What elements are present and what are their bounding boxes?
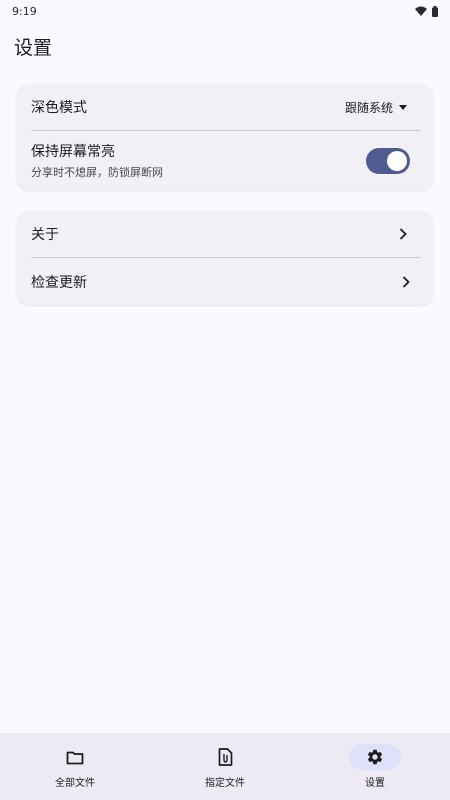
- nav-label-settings: 设置: [365, 778, 385, 789]
- display-settings-card: 深色模式 跟随系统 保持屏幕常亮 分享时不熄屏，防锁屏断网: [17, 84, 433, 190]
- dark-mode-label: 深色模式: [31, 100, 87, 116]
- status-bar: 9:19: [0, 0, 450, 22]
- nav-label-all-files: 全部文件: [55, 778, 95, 789]
- chevron-right-icon: [396, 227, 410, 241]
- caret-down-icon: [399, 104, 407, 110]
- page-title: 设置: [14, 37, 53, 59]
- dark-mode-dropdown[interactable]: 跟随系统: [345, 99, 407, 116]
- battery-icon: [432, 5, 438, 17]
- about-label: 关于: [31, 227, 59, 243]
- nav-item-settings[interactable]: 设置: [300, 733, 450, 800]
- switch-thumb: [387, 150, 407, 171]
- keep-screen-on-switch[interactable]: [366, 147, 410, 174]
- file-icon: [218, 748, 232, 766]
- nav-item-selected-files[interactable]: 指定文件: [150, 733, 300, 800]
- info-card: 关于 检查更新: [17, 211, 433, 305]
- dark-mode-row[interactable]: 深色模式 跟随系统: [17, 84, 433, 130]
- folder-icon: [66, 751, 84, 764]
- dark-mode-value: 跟随系统: [344, 100, 393, 115]
- status-time: 9:19: [12, 4, 37, 18]
- check-update-label: 检查更新: [31, 274, 87, 291]
- keep-screen-on-row[interactable]: 保持屏幕常亮 分享时不熄屏，防锁屏断网: [17, 131, 433, 190]
- chevron-right-icon: [399, 275, 413, 289]
- nav-icon-container: [49, 744, 101, 770]
- nav-item-all-files[interactable]: 全部文件: [0, 733, 150, 800]
- gear-icon: [367, 749, 383, 765]
- keep-screen-on-text: 保持屏幕常亮 分享时不熄屏，防锁屏断网: [31, 141, 163, 180]
- status-icons: [415, 5, 438, 17]
- about-row[interactable]: 关于: [17, 211, 433, 257]
- nav-icon-container: [349, 744, 401, 770]
- bottom-navigation: 全部文件 指定文件 设置: [0, 733, 450, 800]
- wifi-icon: [415, 6, 427, 16]
- nav-icon-container: [199, 744, 251, 770]
- check-update-row[interactable]: 检查更新: [17, 258, 433, 305]
- keep-screen-on-label: 保持屏幕常亮: [31, 144, 115, 160]
- nav-label-selected-files: 指定文件: [205, 778, 245, 789]
- keep-screen-on-description: 分享时不熄屏，防锁屏断网: [31, 166, 163, 179]
